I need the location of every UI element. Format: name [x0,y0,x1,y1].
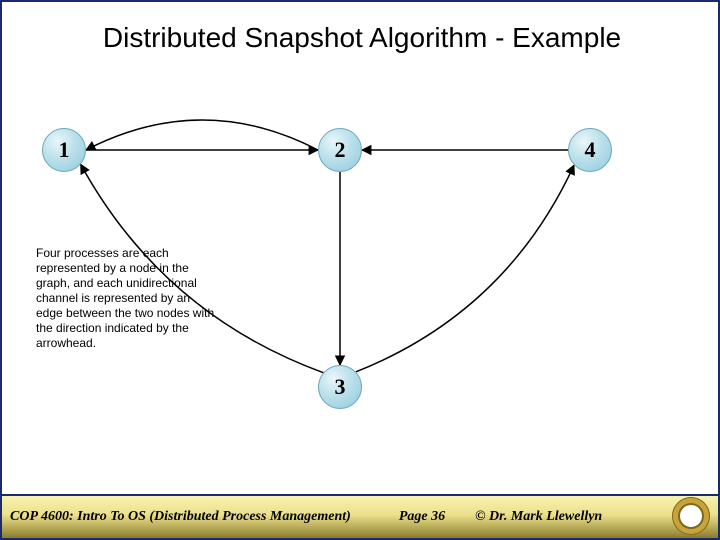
node-3: 3 [318,365,362,409]
slide-title: Distributed Snapshot Algorithm - Example [52,22,672,54]
node-4: 4 [568,128,612,172]
footer-page: Page 36 [399,509,445,525]
node-2: 2 [318,128,362,172]
ucf-logo-icon [672,497,710,535]
footer-copyright: © Dr. Mark Llewellyn [475,509,602,525]
footer-bar: COP 4600: Intro To OS (Distributed Proce… [2,494,718,538]
slide-frame: Distributed Snapshot Algorithm - Example… [0,0,720,540]
node-1: 1 [42,128,86,172]
edge-3-4 [356,165,574,372]
edge-2-1 [86,120,318,150]
description-text: Four processes are each represented by a… [36,246,216,351]
footer-course: COP 4600: Intro To OS (Distributed Proce… [2,509,351,525]
